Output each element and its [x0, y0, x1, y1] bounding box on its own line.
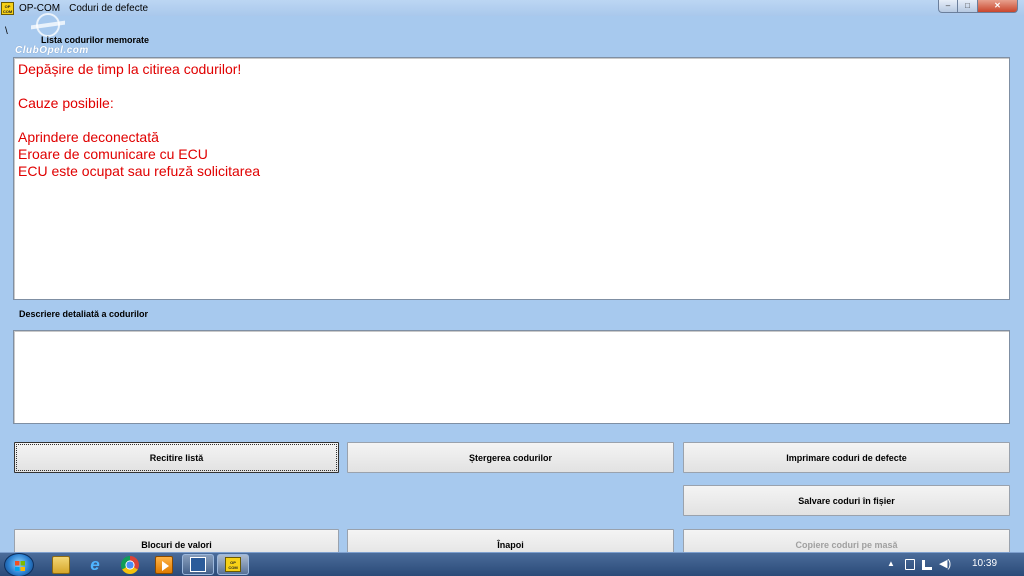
codes-list-label: Lista codurilor memorate — [41, 35, 150, 45]
network-icon[interactable] — [922, 560, 932, 570]
message-line: Aprindere deconectată — [18, 129, 159, 145]
message-line: ECU este ocupat sau refuză solicitarea — [18, 163, 261, 179]
media-player-icon[interactable] — [155, 556, 173, 574]
volume-icon[interactable]: ◀) — [939, 559, 951, 570]
opcom-icon: OP COM — [225, 557, 241, 572]
start-button[interactable] — [4, 553, 34, 576]
battery-icon[interactable] — [905, 559, 915, 570]
print-codes-button[interactable]: Imprimare coduri de defecte — [683, 442, 1010, 473]
message-line: Cauze posibile: — [18, 95, 114, 111]
app-name: OP-COM — [19, 2, 61, 14]
chrome-icon[interactable] — [121, 556, 139, 574]
reread-list-button[interactable]: Recitire listă — [14, 442, 339, 473]
backslash-mark: \ — [5, 26, 8, 37]
codes-message: Depășire de timp la citirea codurilor! C… — [14, 58, 1009, 180]
codes-list-box[interactable]: Depășire de timp la citirea codurilor! C… — [13, 57, 1010, 300]
clock[interactable]: 10:39 — [972, 558, 997, 569]
taskbar-window-button[interactable] — [182, 554, 214, 575]
message-line: Eroare de comunicare cu ECU — [18, 146, 208, 162]
details-label: Descriere detaliată a codurilor — [19, 309, 149, 319]
title-bar: OP COM OP-COM Coduri de defecte – □ ✕ — [0, 0, 1024, 16]
clear-codes-button[interactable]: Ștergerea codurilor — [347, 442, 674, 473]
maximize-button[interactable]: □ — [958, 0, 978, 13]
minimize-button[interactable]: – — [938, 0, 958, 13]
internet-explorer-icon[interactable]: e — [86, 556, 104, 574]
save-codes-button[interactable]: Salvare coduri în fișier — [683, 485, 1010, 516]
details-box[interactable] — [13, 330, 1010, 424]
window-title: Coduri de defecte — [69, 2, 149, 14]
tray-expand-icon[interactable]: ▲ — [887, 559, 895, 568]
window-controls: – □ ✕ — [938, 0, 1018, 13]
window-icon — [190, 557, 206, 572]
message-line — [18, 78, 1009, 95]
opcom-app-icon: OP COM — [1, 1, 14, 15]
taskbar: e OP COM ▲ ◀) 10:39 — [0, 552, 1024, 576]
windows-logo-icon — [15, 561, 25, 571]
explorer-icon[interactable] — [52, 556, 70, 574]
taskbar-opcom-button[interactable]: OP COM — [217, 554, 249, 575]
close-button[interactable]: ✕ — [978, 0, 1018, 13]
message-line: Depășire de timp la citirea codurilor! — [18, 61, 242, 77]
message-line — [18, 112, 1009, 129]
watermark-text: ClubOpel.com — [15, 45, 89, 56]
